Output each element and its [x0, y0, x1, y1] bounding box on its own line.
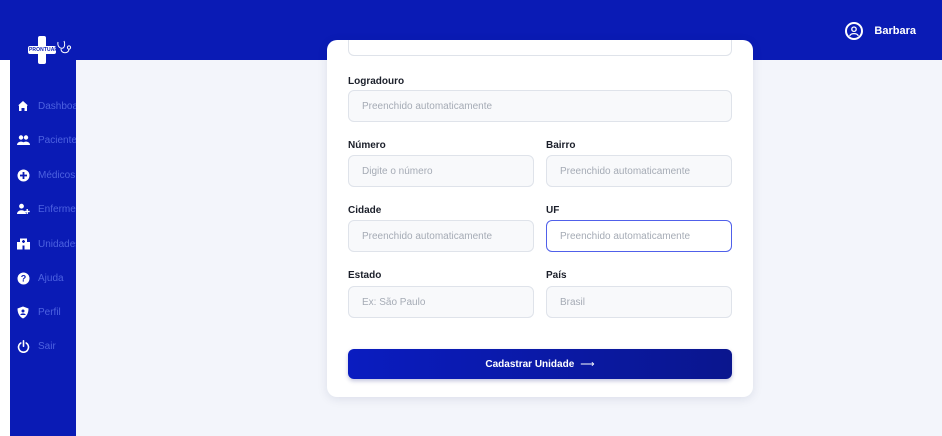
user-plus-icon: [16, 202, 30, 216]
shield-icon: [16, 305, 30, 319]
sidebar-item-label: Ajuda: [38, 272, 64, 284]
uf-input[interactable]: Preenchido automaticamente: [546, 220, 732, 252]
sidebar-item-label: Enfermeiros: [38, 203, 76, 215]
sidebar-item-label: Unidades: [38, 238, 76, 250]
estado-input[interactable]: Ex: São Paulo: [348, 286, 534, 318]
power-icon: [16, 339, 30, 353]
user-avatar-icon: [845, 22, 864, 40]
sidebar-item-label: Médicos: [38, 169, 76, 181]
question-icon: ?: [16, 271, 30, 285]
unit-form-card: Logradouro Preenchido automaticamente Nú…: [327, 40, 753, 397]
logo: PRONTUARIO: [28, 36, 74, 64]
sidebar-item-sair[interactable]: Sair: [10, 336, 76, 356]
sidebar-item-label: Pacientes: [38, 134, 76, 146]
sidebar-item-enfermeiros[interactable]: Enfermeiros: [10, 199, 76, 219]
logradouro-label: Logradouro: [348, 76, 405, 87]
uf-label: UF: [546, 205, 560, 216]
sidebar-item-pacientes[interactable]: Pacientes: [10, 130, 76, 150]
sidebar-item-label: Perfil: [38, 306, 61, 318]
numero-input[interactable]: Digite o número: [348, 155, 534, 187]
sidebar-item-dashboard[interactable]: Dashboard: [10, 96, 76, 116]
pais-label: País: [546, 270, 567, 281]
svg-text:?: ?: [20, 273, 26, 283]
arrow-right-icon: ⟶: [580, 358, 595, 370]
sidebar-item-medicos[interactable]: Médicos: [10, 165, 76, 185]
cadastrar-unidade-button[interactable]: Cadastrar Unidade ⟶: [348, 349, 732, 379]
estado-label: Estado: [348, 270, 382, 281]
home-icon: [16, 99, 30, 113]
bairro-input[interactable]: Preenchido automaticamente: [546, 155, 732, 187]
user-name: Barbara: [874, 25, 916, 37]
sidebar-item-unidades[interactable]: Unidades: [10, 234, 76, 254]
sidebar-item-ajuda[interactable]: ? Ajuda: [10, 268, 76, 288]
users-icon: [16, 133, 30, 147]
cidade-input[interactable]: Preenchido automaticamente: [348, 220, 534, 252]
pais-input[interactable]: Brasil: [546, 286, 732, 318]
sidebar-item-perfil[interactable]: Perfil: [10, 302, 76, 322]
user-menu[interactable]: Barbara: [845, 22, 916, 40]
sidebar-item-label: Dashboard: [38, 100, 76, 112]
cep-field-partial[interactable]: [348, 40, 732, 56]
bairro-label: Bairro: [546, 140, 576, 151]
plus-circle-icon: [16, 168, 30, 182]
cidade-label: Cidade: [348, 205, 382, 216]
numero-label: Número: [348, 140, 386, 151]
sidebar-item-label: Sair: [38, 340, 56, 352]
sidebar: PRONTUARIO Dashboard Pacientes Médicos E…: [10, 10, 76, 436]
stethoscope-icon: [57, 40, 72, 54]
building-icon: [16, 237, 30, 251]
logradouro-input[interactable]: Preenchido automaticamente: [348, 90, 732, 122]
submit-label: Cadastrar Unidade: [485, 358, 575, 370]
